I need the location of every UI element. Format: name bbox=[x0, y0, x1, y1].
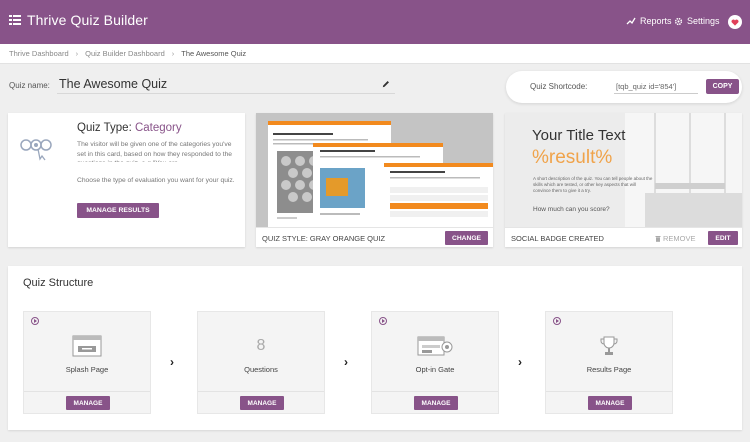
trash-icon bbox=[655, 236, 661, 242]
divider bbox=[198, 391, 324, 392]
breadcrumb-dashboard[interactable]: Thrive Dashboard bbox=[9, 49, 69, 58]
chevron-right-icon: › bbox=[170, 355, 174, 369]
play-icon[interactable] bbox=[31, 317, 39, 325]
badge-description: A short description of the quiz. You can… bbox=[533, 176, 653, 193]
social-badge-card: Your Title Text %result% A short descrip… bbox=[505, 113, 742, 247]
quiz-type-title: Quiz Type: Category bbox=[77, 122, 182, 134]
breadcrumb-current: The Awesome Quiz bbox=[181, 49, 247, 58]
shortcode-box: Quiz Shortcode: [tqb_quiz id='854'] COPY bbox=[506, 71, 742, 103]
quiz-type-instruction: Choose the type of evaluation you want f… bbox=[77, 177, 235, 184]
pencil-icon[interactable] bbox=[382, 80, 390, 88]
play-icon[interactable] bbox=[553, 317, 561, 325]
quiz-style-card: QUIZ STYLE: GRAY ORANGE QUIZ CHANGE bbox=[256, 113, 493, 247]
breadcrumb-separator: › bbox=[171, 49, 175, 58]
change-style-button[interactable]: CHANGE bbox=[445, 231, 488, 245]
quiz-structure-title: Quiz Structure bbox=[23, 277, 94, 289]
step-questions: 8 Questions MANAGE bbox=[197, 311, 325, 414]
divider bbox=[372, 391, 498, 392]
heart-icon bbox=[731, 19, 739, 26]
brand[interactable]: Thrive Quiz Builder bbox=[8, 12, 148, 28]
quiz-structure-panel: Quiz Structure Splash Page MANAGE › 8 Qu… bbox=[8, 266, 742, 430]
chevron-right-icon: › bbox=[344, 355, 348, 369]
manage-questions-button[interactable]: MANAGE bbox=[240, 396, 284, 410]
manage-results-page-button[interactable]: MANAGE bbox=[588, 396, 632, 410]
remove-label: REMOVE bbox=[663, 234, 696, 243]
step-label: Results Page bbox=[586, 365, 632, 374]
divider bbox=[24, 391, 150, 392]
optin-gate-icon bbox=[417, 336, 453, 356]
quiz-style-label: QUIZ STYLE: GRAY ORANGE QUIZ bbox=[262, 234, 386, 243]
list-icon bbox=[9, 15, 21, 25]
manage-optin-button[interactable]: MANAGE bbox=[414, 396, 458, 410]
gear-icon bbox=[674, 17, 683, 25]
remove-badge-button[interactable]: REMOVE bbox=[655, 234, 696, 243]
step-results-page: Results Page MANAGE bbox=[545, 311, 673, 414]
play-icon[interactable] bbox=[379, 317, 387, 325]
badge-result: %result% bbox=[532, 147, 613, 168]
top-bar: Thrive Quiz Builder Reports Settings bbox=[0, 0, 750, 44]
quiz-name-field[interactable]: The Awesome Quiz bbox=[59, 77, 167, 91]
shortcode-field[interactable]: [tqb_quiz id='854'] bbox=[614, 80, 698, 94]
manage-results-button[interactable]: MANAGE RESULTS bbox=[77, 203, 159, 218]
step-splash-page: Splash Page MANAGE bbox=[23, 311, 151, 414]
step-label: Splash Page bbox=[65, 365, 109, 374]
social-badge-label: SOCIAL BADGE CREATED bbox=[511, 234, 604, 243]
quiz-type-value: Category bbox=[134, 122, 182, 134]
quiz-type-prefix: Quiz Type: bbox=[77, 122, 132, 134]
settings-link[interactable]: Settings bbox=[674, 16, 720, 26]
app-title: Thrive Quiz Builder bbox=[27, 12, 148, 28]
step-label: Questions bbox=[244, 365, 278, 374]
quiz-style-preview[interactable] bbox=[256, 113, 493, 227]
shortcode-label: Quiz Shortcode: bbox=[530, 82, 588, 91]
questions-count: 8 bbox=[256, 337, 266, 354]
breadcrumb: Thrive Dashboard › Quiz Builder Dashboar… bbox=[0, 44, 750, 64]
breadcrumb-separator: › bbox=[75, 49, 79, 58]
step-label: Opt-in Gate bbox=[415, 365, 455, 374]
reports-label: Reports bbox=[640, 16, 672, 26]
step-optin-gate: Opt-in Gate MANAGE bbox=[371, 311, 499, 414]
quiz-type-description: The visitor will be given one of the cat… bbox=[77, 141, 233, 162]
trophy-icon bbox=[600, 336, 618, 355]
social-badge-footer: SOCIAL BADGE CREATED REMOVE EDIT bbox=[505, 227, 742, 247]
quiz-name-label: Quiz name: bbox=[9, 81, 50, 90]
chevron-right-icon: › bbox=[518, 355, 522, 369]
social-badge-preview[interactable]: Your Title Text %result% A short descrip… bbox=[505, 113, 742, 227]
quiz-style-thumbnail bbox=[256, 113, 493, 227]
quiz-type-card: Quiz Type: Category The visitor will be … bbox=[8, 113, 245, 247]
breadcrumb-quiz-builder[interactable]: Quiz Builder Dashboard bbox=[85, 49, 165, 58]
reports-link[interactable]: Reports bbox=[626, 16, 672, 26]
badge-title: Your Title Text bbox=[532, 127, 626, 144]
manage-splash-button[interactable]: MANAGE bbox=[66, 396, 110, 410]
badge-question: How much can you score? bbox=[533, 206, 610, 213]
quiz-type-icon bbox=[20, 139, 52, 161]
splash-page-icon bbox=[72, 335, 102, 357]
edit-badge-button[interactable]: EDIT bbox=[708, 231, 738, 245]
quiz-name-underline bbox=[57, 93, 395, 94]
chart-icon bbox=[626, 17, 636, 24]
favorite-button[interactable] bbox=[728, 15, 742, 29]
divider bbox=[546, 391, 672, 392]
quiz-style-footer: QUIZ STYLE: GRAY ORANGE QUIZ CHANGE bbox=[256, 227, 493, 247]
settings-label: Settings bbox=[687, 16, 720, 26]
copy-button[interactable]: COPY bbox=[706, 79, 739, 94]
